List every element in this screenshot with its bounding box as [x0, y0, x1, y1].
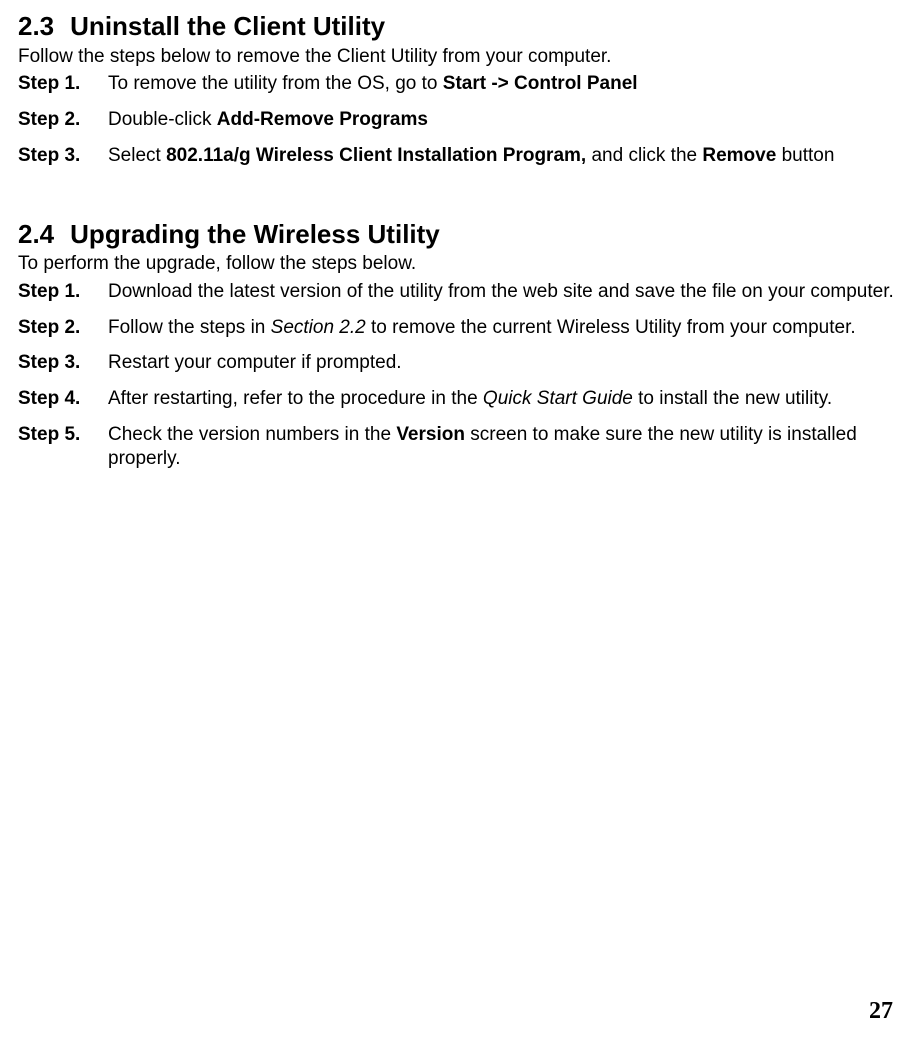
step-label: Step 1.	[18, 72, 108, 96]
step-text: to install the new utility.	[633, 388, 832, 409]
section-intro: Follow the steps below to remove the Cli…	[18, 45, 897, 69]
step-body: Select 802.11a/g Wireless Client Install…	[108, 144, 897, 168]
step-bold: Start -> Control Panel	[443, 73, 638, 94]
step-italic: Quick Start Guide	[483, 388, 633, 409]
step-item: Step 4. After restarting, refer to the p…	[18, 387, 897, 411]
step-body: To remove the utility from the OS, go to…	[108, 72, 897, 96]
step-text: button	[776, 145, 834, 166]
step-item: Step 5. Check the version numbers in the…	[18, 423, 897, 471]
step-body: Follow the steps in Section 2.2 to remov…	[108, 316, 897, 340]
step-body: Download the latest version of the utili…	[108, 280, 897, 304]
step-item: Step 2. Double-click Add-Remove Programs	[18, 108, 897, 132]
section-intro: To perform the upgrade, follow the steps…	[18, 252, 897, 276]
step-label: Step 2.	[18, 108, 108, 132]
step-body: Double-click Add-Remove Programs	[108, 108, 897, 132]
step-text: After restarting, refer to the procedure…	[108, 388, 483, 409]
step-item: Step 3. Restart your computer if prompte…	[18, 351, 897, 375]
step-label: Step 2.	[18, 316, 108, 340]
step-bold: Add-Remove Programs	[217, 109, 428, 130]
step-text: Follow the steps in	[108, 317, 271, 338]
step-bold: Remove	[702, 145, 776, 166]
step-label: Step 3.	[18, 144, 108, 168]
step-label: Step 1.	[18, 280, 108, 304]
step-text: Check the version numbers in the	[108, 424, 396, 445]
step-bold: Version	[396, 424, 465, 445]
step-bold: 802.11a/g Wireless Client Installation P…	[166, 145, 586, 166]
step-item: Step 1. To remove the utility from the O…	[18, 72, 897, 96]
heading-title: Uninstall the Client Utility	[70, 11, 385, 41]
page-number: 27	[869, 996, 893, 1026]
step-label: Step 4.	[18, 387, 108, 411]
step-text: Double-click	[108, 109, 217, 130]
step-text: to remove the current Wireless Utility f…	[366, 317, 856, 338]
step-body: Check the version numbers in the Version…	[108, 423, 897, 471]
step-list-2-3: Step 1. To remove the utility from the O…	[18, 72, 897, 167]
step-item: Step 3. Select 802.11a/g Wireless Client…	[18, 144, 897, 168]
step-body: After restarting, refer to the procedure…	[108, 387, 897, 411]
step-item: Step 1. Download the latest version of t…	[18, 280, 897, 304]
step-text: To remove the utility from the OS, go to	[108, 73, 443, 94]
heading-2-4: 2.4 Upgrading the Wireless Utility	[18, 218, 897, 251]
step-italic: Section 2.2	[271, 317, 366, 338]
heading-2-3: 2.3 Uninstall the Client Utility	[18, 10, 897, 43]
heading-title: Upgrading the Wireless Utility	[70, 219, 440, 249]
step-label: Step 5.	[18, 423, 108, 447]
step-text: Select	[108, 145, 166, 166]
step-list-2-4: Step 1. Download the latest version of t…	[18, 280, 897, 471]
step-label: Step 3.	[18, 351, 108, 375]
heading-number: 2.3	[18, 10, 54, 43]
heading-number: 2.4	[18, 218, 54, 251]
step-item: Step 2. Follow the steps in Section 2.2 …	[18, 316, 897, 340]
step-text: and click the	[586, 145, 702, 166]
step-body: Restart your computer if prompted.	[108, 351, 897, 375]
